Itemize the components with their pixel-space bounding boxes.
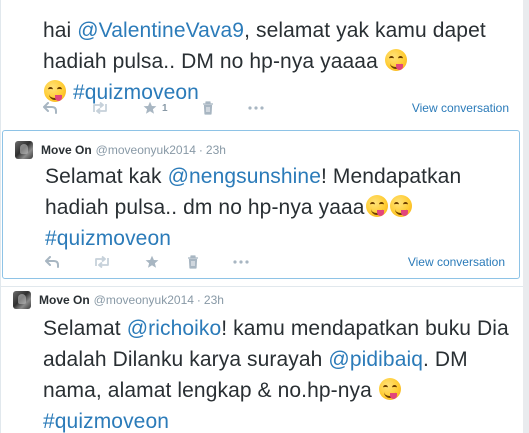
tweet-2[interactable]: Move On @moveonyuk2014 · 23h Selamat kak…	[2, 130, 520, 279]
tweet-3-text: Selamat @richoiko! kamu mendapatkan buku…	[43, 313, 511, 433]
more-button[interactable]	[247, 98, 264, 118]
author-fullname[interactable]: Move On	[41, 143, 92, 157]
tweet-1[interactable]: hai @ValentineVava9, selamat yak kamu da…	[1, 0, 523, 121]
hashtag-link[interactable]: #quizmoveon	[45, 227, 171, 250]
mention-link[interactable]: @ValentineVava9	[77, 19, 244, 42]
tweet-1-text: hai @ValentineVava9, selamat yak kamu da…	[43, 15, 511, 108]
tweet-text-segment: Selamat kak	[45, 165, 168, 188]
face-savoring-food-emoji	[365, 195, 388, 217]
avatar[interactable]	[13, 291, 31, 309]
author-username[interactable]: @moveonyuk2014	[94, 293, 194, 307]
reply-icon	[45, 256, 59, 268]
separator-dot: ·	[198, 143, 203, 157]
hashtag-link[interactable]: #quizmoveon	[43, 410, 169, 433]
tweet-3-header: Move On @moveonyuk2014 · 23h	[13, 289, 224, 311]
more-icon	[247, 106, 264, 110]
retweet-icon	[93, 102, 107, 114]
reply-button[interactable]	[43, 98, 57, 118]
favorite-button[interactable]	[145, 252, 159, 272]
tweet-text-segment: Selamat	[43, 317, 127, 340]
star-icon	[145, 255, 159, 268]
view-conversation-link[interactable]: View conversation	[412, 101, 509, 115]
face-savoring-food-emoji	[378, 378, 401, 400]
retweet-button[interactable]	[93, 252, 111, 272]
view-conversation-link[interactable]: View conversation	[408, 255, 505, 269]
tweet-timestamp[interactable]: 23h	[204, 293, 224, 307]
more-button[interactable]	[233, 252, 249, 272]
mention-link[interactable]: @richoiko	[127, 317, 222, 340]
favorite-count: 1	[162, 102, 168, 114]
separator-dot: ·	[196, 293, 201, 307]
face-savoring-food-emoji	[384, 49, 407, 71]
delete-button[interactable]	[187, 252, 199, 272]
reply-button[interactable]	[45, 252, 59, 272]
tweet-2-text: Selamat kak @nengsunshine! Mendapatkan h…	[45, 161, 507, 254]
tweet-2-header: Move On @moveonyuk2014 · 23h	[15, 139, 226, 161]
more-icon	[233, 260, 249, 264]
scrollbar-gutter[interactable]	[523, 0, 529, 433]
retweet-button[interactable]	[91, 98, 109, 118]
author-fullname[interactable]: Move On	[39, 293, 90, 307]
tweet-timestamp[interactable]: 23h	[206, 143, 226, 157]
tweet-3[interactable]: Move On @moveonyuk2014 · 23h Selamat @ri…	[1, 287, 523, 433]
face-savoring-food-emoji	[389, 195, 412, 217]
avatar[interactable]	[15, 141, 33, 159]
trash-icon	[202, 101, 213, 115]
timeline: hai @ValentineVava9, selamat yak kamu da…	[0, 0, 524, 433]
favorite-button[interactable]: 1	[143, 98, 168, 118]
mention-link[interactable]: @pidibaiq	[328, 348, 423, 371]
star-icon	[143, 101, 157, 114]
mention-link[interactable]: @nengsunshine	[168, 165, 321, 188]
author-username[interactable]: @moveonyuk2014	[96, 143, 196, 157]
reply-icon	[43, 102, 57, 114]
trash-icon	[188, 255, 198, 269]
delete-button[interactable]	[202, 98, 214, 118]
retweet-icon	[95, 256, 109, 268]
tweet-text-segment: hai	[43, 19, 78, 42]
